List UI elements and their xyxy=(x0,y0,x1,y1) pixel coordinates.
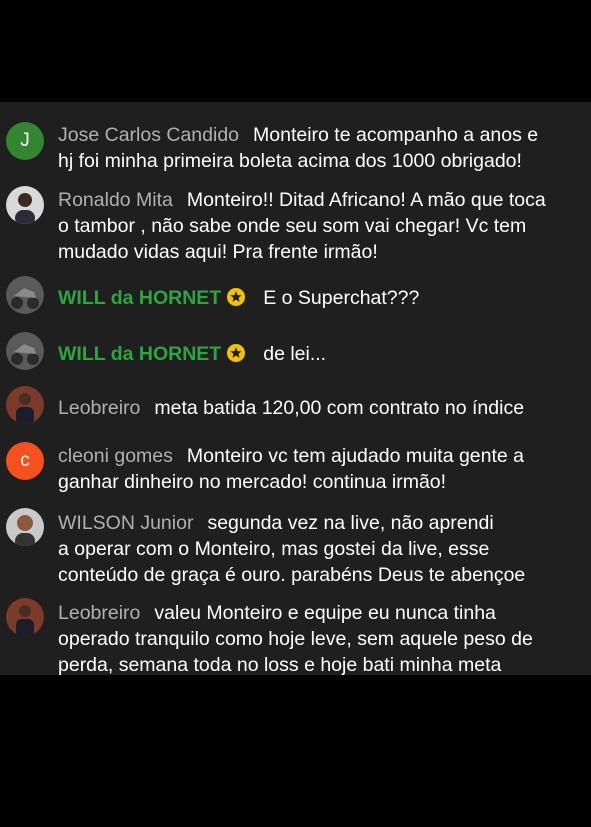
message-text-line: meta batida 120,00 com contrato no índic… xyxy=(154,397,525,419)
message-text-line: valeu Monteiro e equipe eu nunca tinha xyxy=(154,602,496,624)
message-text-line: a operar com o Monteiro, mas gostei da l… xyxy=(58,538,490,560)
author-name[interactable]: WILL da HORNET xyxy=(58,343,221,365)
message-text-line: segunda vez na live, não aprendi xyxy=(207,512,494,534)
avatar[interactable] xyxy=(6,386,44,424)
star-badge-icon xyxy=(227,344,246,362)
message-text-line: operado tranquilo como hoje leve, sem aq… xyxy=(58,628,533,650)
message-text-line: hj foi minha primeira boleta acima dos 1… xyxy=(58,150,522,172)
message-text-line: Monteiro vc tem ajudado muita gente a xyxy=(186,445,525,467)
avatar[interactable] xyxy=(6,332,44,370)
message-text-line: mudado vidas aqui! Pra frente irmão! xyxy=(58,241,378,263)
author-name[interactable]: Leobreiro xyxy=(58,397,140,419)
person-photo-icon xyxy=(6,386,44,424)
live-chat-panel[interactable]: J Jose Carlos Candido Monteiro te acompan… xyxy=(0,102,591,675)
author-name[interactable]: WILSON Junior xyxy=(58,512,193,534)
avatar[interactable]: J xyxy=(6,122,44,160)
person-photo-icon xyxy=(6,598,44,636)
avatar[interactable] xyxy=(6,276,44,314)
avatar[interactable] xyxy=(6,186,44,224)
message-text-line: E o Superchat??? xyxy=(263,287,420,309)
message-text-line: Monteiro!! Ditad Africano! A mão que toc… xyxy=(186,189,546,211)
author-name[interactable]: Jose Carlos Candido xyxy=(58,124,239,146)
motorcycle-photo-icon xyxy=(6,276,44,314)
author-name[interactable]: cleoni gomes xyxy=(58,445,173,467)
avatar[interactable]: c xyxy=(6,442,44,480)
person-photo-icon xyxy=(6,186,44,224)
message-text-line: conteúdo de graça é ouro. parabéns Deus … xyxy=(58,564,526,586)
avatar-letter: J xyxy=(20,130,30,151)
author-name[interactable]: Leobreiro xyxy=(58,602,140,624)
person-photo-icon xyxy=(6,508,44,546)
message-text-line: ganhar dinheiro no mercado! continua irm… xyxy=(58,471,447,493)
avatar[interactable] xyxy=(6,508,44,546)
avatar-letter: c xyxy=(20,450,30,471)
message-text-line: Monteiro te acompanho a anos e xyxy=(253,124,539,146)
message-text-line: de lei... xyxy=(263,343,327,365)
star-badge-icon xyxy=(227,288,246,306)
message-text-line: o tambor , não sabe onde seu som vai che… xyxy=(58,215,527,237)
author-name[interactable]: Ronaldo Mita xyxy=(58,189,173,211)
avatar[interactable] xyxy=(6,598,44,636)
motorcycle-photo-icon xyxy=(6,332,44,370)
message-text-line: perda, semana toda no loss e hoje bati m… xyxy=(58,654,502,675)
author-name[interactable]: WILL da HORNET xyxy=(58,287,221,309)
